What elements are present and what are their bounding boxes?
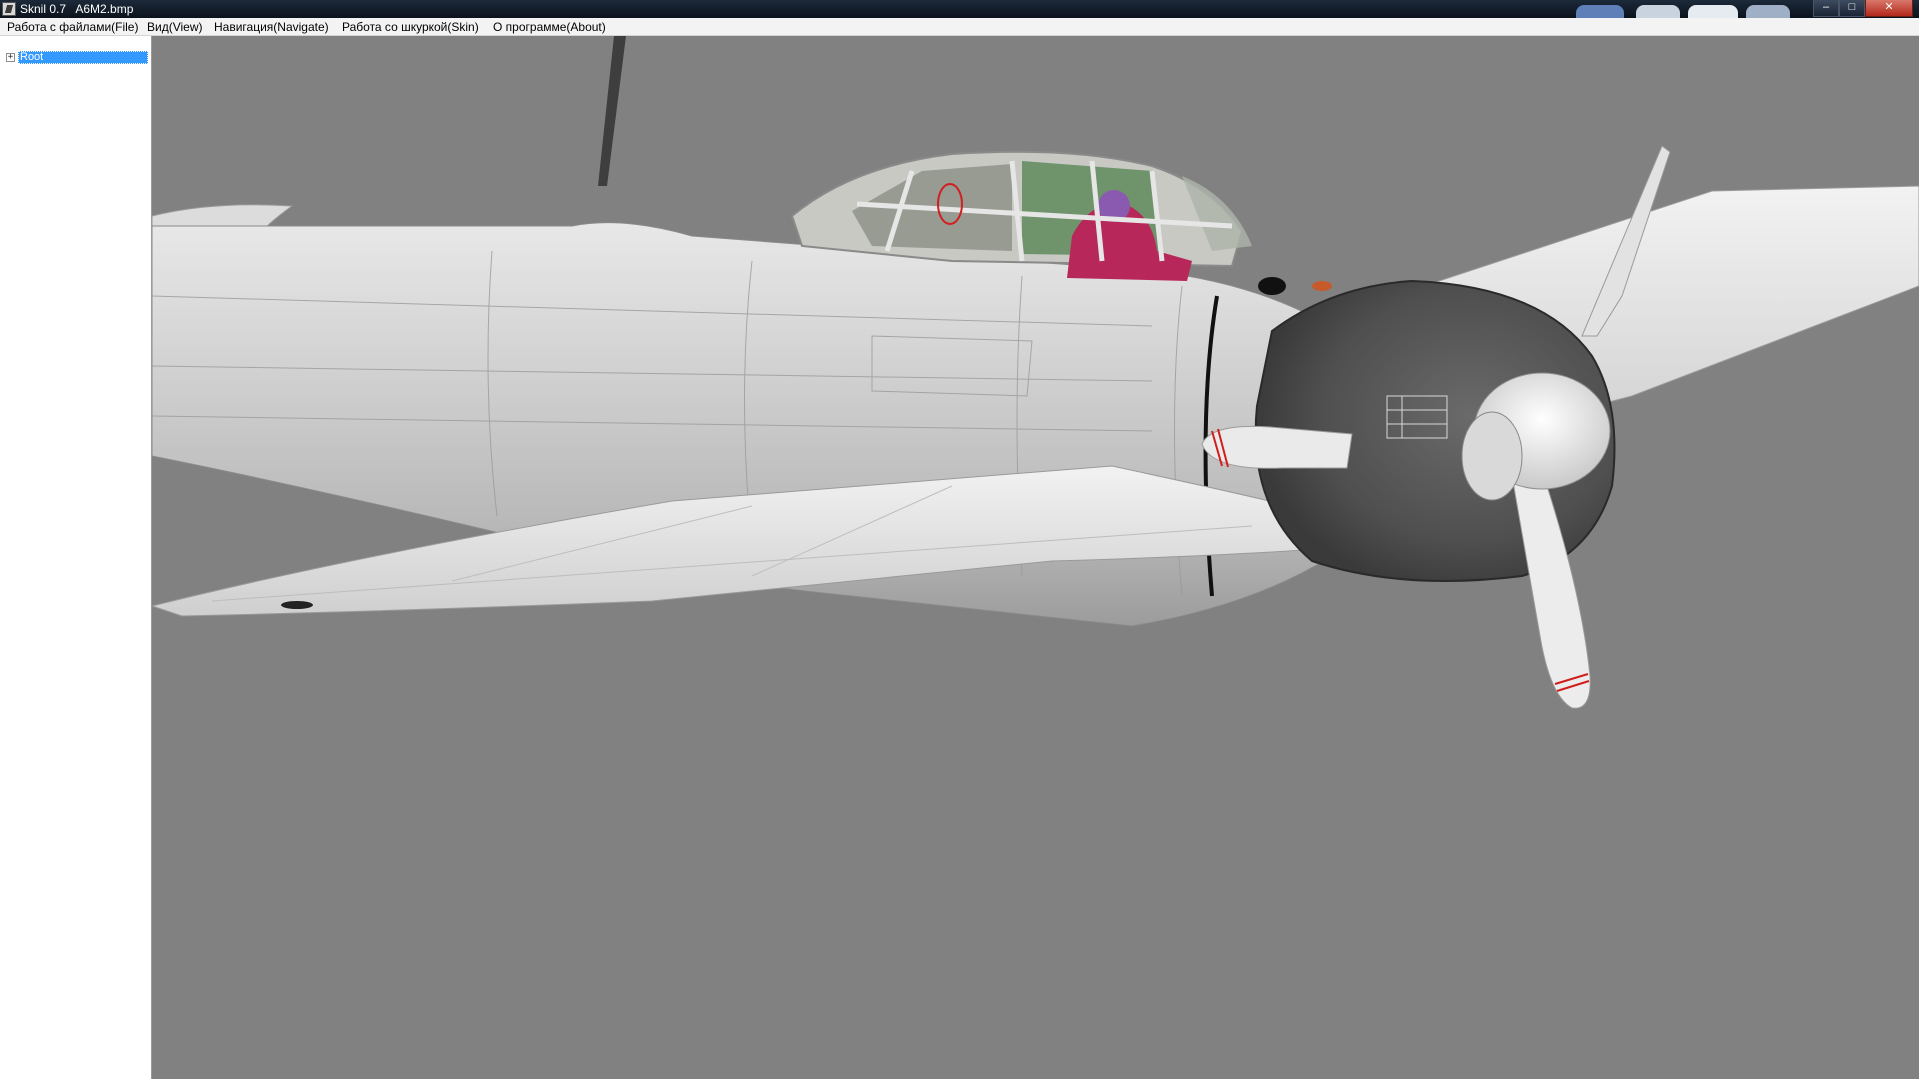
expand-icon[interactable]: + — [6, 53, 15, 62]
menu-file[interactable]: Работа с файлами(File) — [7, 20, 138, 34]
app-icon[interactable] — [2, 2, 16, 16]
close-button[interactable]: ✕ — [1865, 0, 1913, 17]
menu-skin[interactable]: Работа со шкуркой(Skin) — [342, 20, 479, 34]
menu-bar: Работа с файлами(File) Вид(View) Навигац… — [0, 18, 1919, 36]
menu-navigate[interactable]: Навигация(Navigate) — [214, 20, 329, 34]
maximize-button[interactable]: □ — [1839, 0, 1865, 17]
aircraft-3d-model — [152, 36, 1919, 709]
title-bar[interactable]: Sknil 0.7 A6M2.bmp – □ ✕ — [0, 0, 1919, 18]
3d-viewport[interactable] — [152, 36, 1919, 1079]
menu-view[interactable]: Вид(View) — [147, 20, 203, 34]
close-icon: ✕ — [1884, 1, 1894, 13]
tree-panel[interactable]: + Root — [0, 36, 152, 1079]
maximize-icon: □ — [1848, 1, 1856, 13]
tree-item-root[interactable]: Root — [18, 51, 148, 64]
minimize-icon: – — [1822, 1, 1830, 13]
minimize-button[interactable]: – — [1813, 0, 1839, 17]
window-title: Sknil 0.7 A6M2.bmp — [20, 2, 134, 16]
propeller-blade-left — [1201, 425, 1353, 469]
menu-about[interactable]: О программе(About) — [493, 20, 606, 34]
antenna-mast — [598, 36, 626, 186]
background-desktop-peek — [1570, 0, 1800, 18]
